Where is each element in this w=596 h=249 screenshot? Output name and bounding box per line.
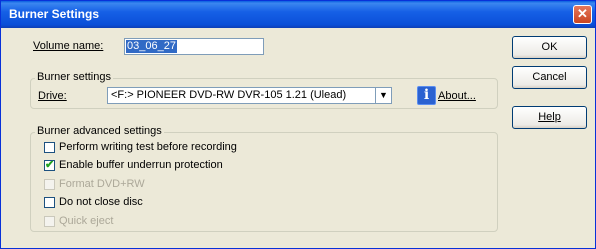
quick-eject-label: Quick eject: [59, 215, 114, 227]
burner-settings-dialog: Burner Settings ✕ Volume name: 03_06_27 …: [0, 0, 596, 249]
help-button[interactable]: Help: [512, 106, 587, 129]
volume-name-label: Volume name:: [33, 40, 104, 52]
help-label: Help: [538, 111, 561, 123]
check-icon: ✔: [45, 159, 55, 171]
writing-test-label: Perform writing test before recording: [59, 141, 237, 153]
drive-selected-value: <F:> PIONEER DVD-RW DVR-105 1.21 (Ulead): [111, 89, 347, 101]
burner-settings-legend: Burner settings: [35, 71, 113, 83]
chevron-down-icon[interactable]: ▼: [375, 88, 391, 103]
volume-name-value: 03_06_27: [126, 40, 177, 53]
close-button[interactable]: ✕: [573, 5, 592, 24]
volume-name-input[interactable]: 03_06_27: [124, 38, 264, 55]
do-not-close-disc-checkbox[interactable]: [44, 197, 55, 208]
close-icon: ✕: [577, 6, 588, 21]
info-icon[interactable]: i: [417, 86, 436, 105]
drive-label: Drive:: [38, 90, 67, 102]
ok-button[interactable]: OK: [512, 36, 587, 59]
drive-select[interactable]: <F:> PIONEER DVD-RW DVR-105 1.21 (Ulead)…: [107, 87, 392, 104]
buffer-underrun-checkbox[interactable]: ✔: [44, 160, 55, 171]
format-dvd-label: Format DVD+RW: [59, 178, 145, 190]
buffer-underrun-label: Enable buffer underrun protection: [59, 159, 223, 171]
about-button[interactable]: About...: [438, 90, 476, 102]
advanced-settings-legend: Burner advanced settings: [35, 125, 164, 137]
format-dvd-checkbox: [44, 179, 55, 190]
cancel-button[interactable]: Cancel: [512, 66, 587, 89]
quick-eject-checkbox: [44, 216, 55, 227]
window-title: Burner Settings: [9, 7, 100, 21]
writing-test-checkbox[interactable]: [44, 142, 55, 153]
do-not-close-disc-label: Do not close disc: [59, 196, 143, 208]
title-bar[interactable]: Burner Settings ✕: [1, 1, 595, 28]
